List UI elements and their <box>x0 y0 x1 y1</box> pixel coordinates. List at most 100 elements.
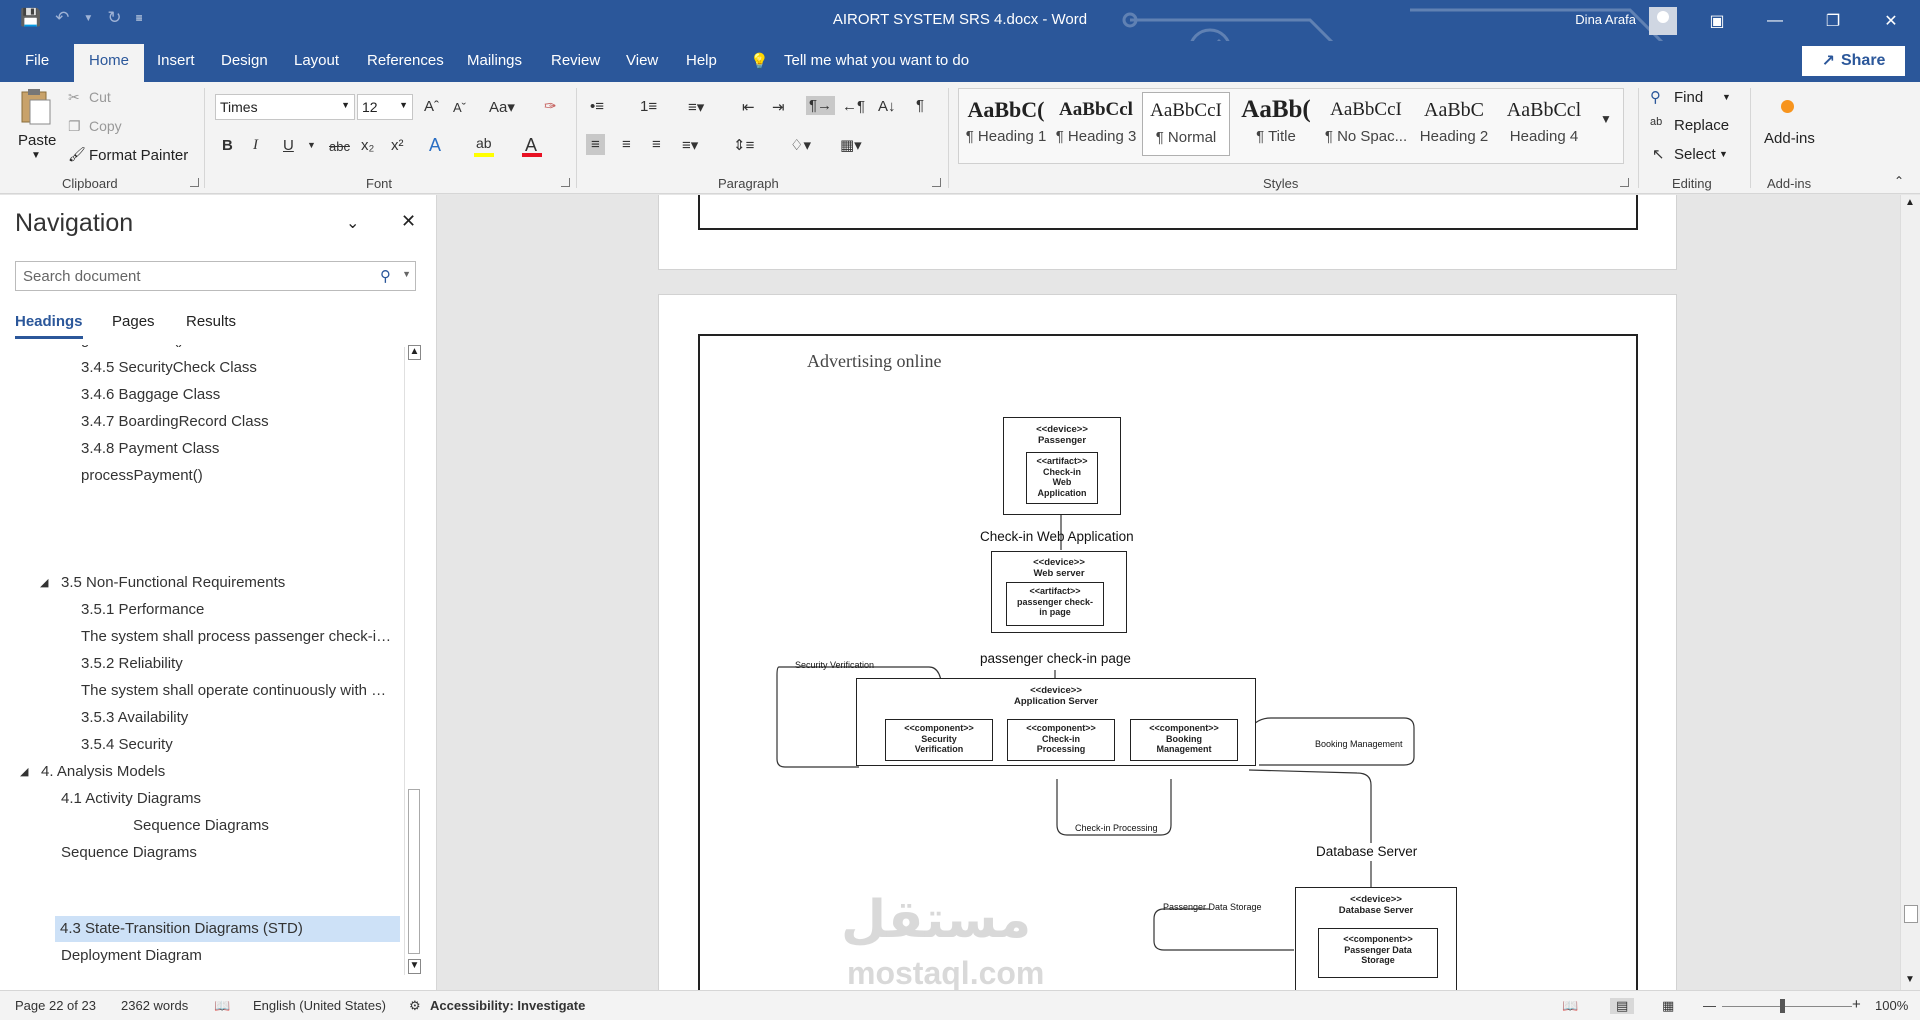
nav-heading[interactable]: Sequence Diagrams <box>61 840 401 866</box>
tab-layout[interactable]: Layout <box>294 52 339 69</box>
zoom-slider[interactable] <box>1722 1006 1852 1007</box>
highlight-icon[interactable]: ab <box>476 135 492 151</box>
select-button[interactable]: Select <box>1674 146 1716 163</box>
passenger-data-storage-component[interactable]: <<component>> Passenger Data Storage <box>1318 928 1438 978</box>
document-scrollbar[interactable]: ▲ ▼ <box>1900 195 1920 990</box>
addins-button[interactable]: Add-ins <box>1764 130 1815 147</box>
accessibility-icon[interactable]: ⚙ <box>409 998 421 1014</box>
style-normal[interactable]: AaBbCcI ¶ Normal <box>1142 92 1230 156</box>
close-icon[interactable]: ✕ <box>1862 0 1920 41</box>
select-icon[interactable]: ↖ <box>1652 145 1665 163</box>
sort-icon[interactable]: A↓ <box>878 98 896 115</box>
style-heading-2[interactable]: AaBbC Heading 2 <box>1410 92 1498 156</box>
search-input[interactable]: Search document ⚲ ▼ <box>15 261 416 291</box>
style-no-spacing[interactable]: AaBbCcI ¶ No Spac... <box>1322 92 1410 156</box>
tab-design[interactable]: Design <box>221 52 268 69</box>
format-painter-icon[interactable]: 🖌 <box>68 146 86 163</box>
style-title[interactable]: AaBb(¶ Title <box>1232 92 1320 156</box>
rtl-icon[interactable]: ←¶ <box>842 98 865 115</box>
search-icon[interactable]: ⚲ <box>380 267 391 285</box>
nav-options-icon[interactable]: ⌄ <box>346 213 359 233</box>
application-server-node[interactable]: <<device>> Application Server <<componen… <box>856 678 1256 766</box>
search-dropdown-icon[interactable]: ▼ <box>402 269 411 279</box>
format-painter-button[interactable]: Format Painter <box>89 147 188 164</box>
style-heading-3[interactable]: AaBbCcl ¶ Heading 3 <box>1052 92 1140 156</box>
page-indicator[interactable]: Page 22 of 23 <box>15 998 96 1013</box>
font-size-combo[interactable]: 12 ▼ <box>357 94 413 120</box>
minimize-icon[interactable]: — <box>1746 0 1804 41</box>
align-right-icon[interactable]: ≡ <box>652 136 661 153</box>
line-spacing-icon[interactable]: ⇕≡ <box>733 136 754 154</box>
font-launcher-icon[interactable] <box>561 178 570 187</box>
replace-icon[interactable]: ab <box>1650 116 1662 128</box>
ribbon-display-icon[interactable]: ▣ <box>1688 0 1746 41</box>
bullets-icon[interactable]: •≡ <box>590 98 604 115</box>
passenger-device-node[interactable]: <<device>> Passenger <<artifact>> Check-… <box>1003 417 1121 515</box>
select-dropdown-icon[interactable]: ▼ <box>1719 149 1728 159</box>
nav-heading[interactable]: 3.5.2 Reliability <box>81 651 401 677</box>
tab-insert[interactable]: Insert <box>157 52 195 69</box>
multilevel-list-icon[interactable]: ≡▾ <box>688 98 704 116</box>
web-server-node[interactable]: <<device>> Web server <<artifact>> passe… <box>991 551 1127 633</box>
clear-formatting-icon[interactable]: ✑ <box>544 97 557 115</box>
find-icon[interactable]: ⚲ <box>1650 88 1661 106</box>
style-heading-1[interactable]: AaBbC(¶ Heading 1 <box>962 92 1050 156</box>
scroll-up-icon[interactable]: ▲ <box>1905 197 1915 208</box>
tab-file[interactable]: File <box>25 52 49 69</box>
bold-icon[interactable]: B <box>222 137 233 154</box>
document-scroll-thumb[interactable] <box>1904 905 1918 923</box>
nav-scrollbar[interactable]: ▲ ▼ <box>404 345 422 975</box>
superscript-icon[interactable]: x² <box>391 137 404 154</box>
find-button[interactable]: Find <box>1674 89 1703 106</box>
zoom-out-icon[interactable]: — <box>1703 998 1716 1013</box>
checkin-page-artifact[interactable]: <<artifact>> passenger check- in page <box>1006 582 1104 626</box>
nav-heading[interactable]: The system shall process passenger check… <box>81 624 396 650</box>
nav-heading[interactable]: 3.5 Non-Functional Requirements <box>61 570 401 596</box>
find-dropdown-icon[interactable]: ▼ <box>1722 92 1731 102</box>
justify-icon[interactable]: ≡▾ <box>682 136 698 154</box>
underline-icon[interactable]: U <box>283 137 294 154</box>
collapse-triangle-icon[interactable]: ◢ <box>20 765 28 778</box>
tab-mailings[interactable]: Mailings <box>467 52 522 69</box>
shading-icon[interactable]: ♢▾ <box>790 136 811 154</box>
increase-indent-icon[interactable]: ⇥ <box>772 98 785 116</box>
tab-view[interactable]: View <box>626 52 658 69</box>
nav-heading[interactable]: 3.4.8 Payment Class <box>81 436 401 462</box>
booking-management-component[interactable]: <<component>> Booking Management <box>1130 719 1238 761</box>
read-mode-icon[interactable]: 📖 <box>1562 998 1578 1014</box>
style-heading-4[interactable]: AaBbCcl Heading 4 <box>1500 92 1588 156</box>
styles-more-icon[interactable]: ▼ <box>1600 112 1612 126</box>
close-icon[interactable]: ✕ <box>401 211 416 232</box>
nav-heading[interactable]: The system shall operate continuously wi… <box>81 678 396 704</box>
text-effects-icon[interactable]: A <box>429 135 441 156</box>
checkin-artifact[interactable]: <<artifact>> Check-in Web Application <box>1026 452 1098 504</box>
nav-heading[interactable]: 3.4.7 BoardingRecord Class <box>81 409 401 435</box>
tab-references[interactable]: References <box>367 52 444 69</box>
font-name-combo[interactable]: Times ▼ <box>215 94 355 120</box>
share-button[interactable]: ↗ Share <box>1802 46 1905 76</box>
grow-font-icon[interactable]: Aˆ <box>424 98 439 115</box>
italic-icon[interactable]: I <box>253 137 258 154</box>
nav-heading-selected[interactable]: 4.3 State-Transition Diagrams (STD) <box>55 916 400 942</box>
borders-icon[interactable]: ▦▾ <box>840 136 862 154</box>
tab-review[interactable]: Review <box>551 52 600 69</box>
language-indicator[interactable]: English (United States) <box>253 998 386 1013</box>
paste-button[interactable]: Paste <box>18 132 56 149</box>
scroll-down-icon[interactable]: ▼ <box>408 959 421 974</box>
decrease-indent-icon[interactable]: ⇤ <box>742 98 755 116</box>
nav-heading[interactable]: 3.4.6 Baggage Class <box>81 382 401 408</box>
cut-button[interactable]: Cut <box>89 89 111 105</box>
restore-icon[interactable]: ❐ <box>1804 0 1862 41</box>
accessibility-status[interactable]: Accessibility: Investigate <box>430 998 585 1013</box>
shrink-font-icon[interactable]: Aˇ <box>453 100 466 115</box>
underline-dropdown-icon[interactable]: ▼ <box>307 140 316 150</box>
replace-button[interactable]: Replace <box>1674 117 1729 134</box>
addins-icon[interactable] <box>1781 100 1794 113</box>
scroll-down-icon[interactable]: ▼ <box>1905 974 1915 985</box>
current-page[interactable]: Advertising online <<device>> Passenger … <box>658 294 1677 990</box>
show-formatting-icon[interactable]: ¶ <box>916 97 924 114</box>
nav-heading[interactable]: 3.5.3 Availability <box>81 705 401 731</box>
checkin-processing-component[interactable]: <<component>> Check-in Processing <box>1007 719 1115 761</box>
zoom-in-icon[interactable]: + <box>1852 996 1861 1013</box>
security-verification-component[interactable]: <<component>> Security Verification <box>885 719 993 761</box>
